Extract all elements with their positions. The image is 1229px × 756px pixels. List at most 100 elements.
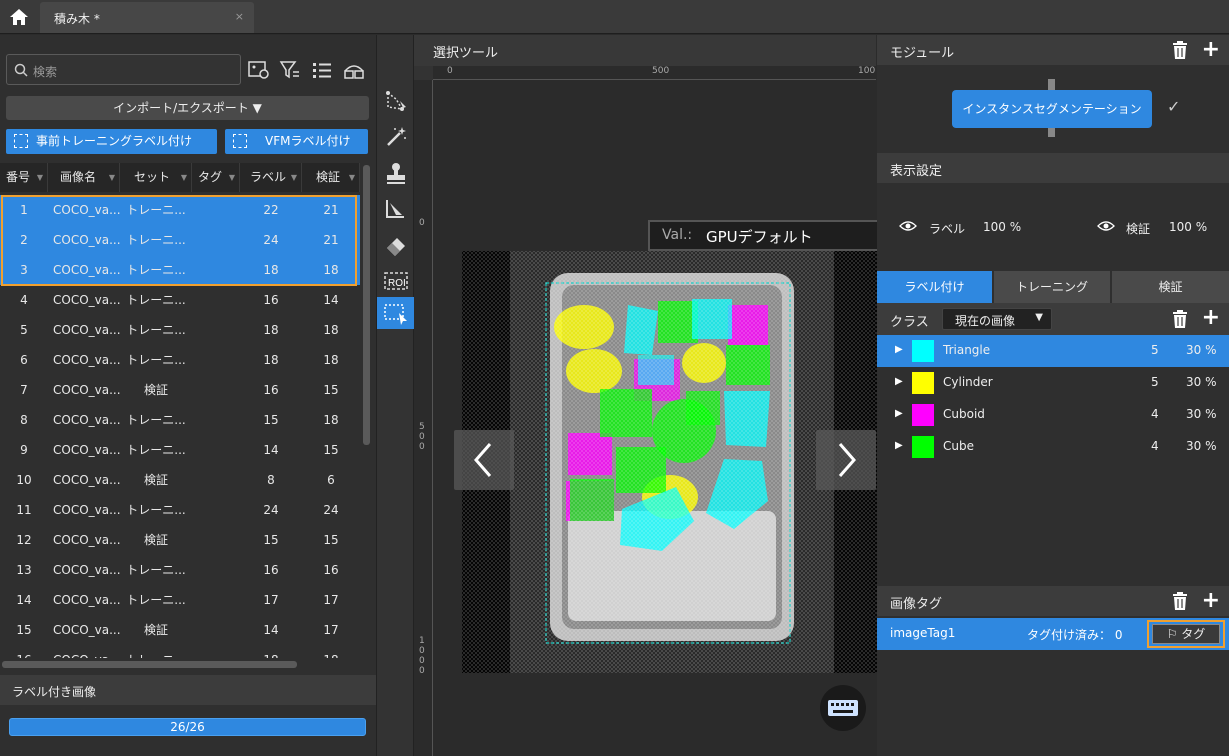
tab-labeling[interactable]: ラベル付け [877,271,992,303]
instance-segmentation-module[interactable]: インスタンスセグメンテーション [952,90,1152,128]
column-header-tag[interactable]: タグ ▼ [192,163,240,192]
table-row[interactable]: 15 COCO_va... 検証 14 17 [0,615,360,645]
home-icon[interactable] [6,6,32,28]
add-tag-icon[interactable]: + [1202,590,1220,612]
tool-header: 選択ツール [414,35,876,66]
table-cell: COCO_va... [53,413,120,427]
close-tab-icon[interactable]: × [235,10,244,23]
table-cell: 12 [16,533,32,547]
column-header-number[interactable]: 番号 ▼ [0,163,48,192]
vfm-labeling-button[interactable]: VFMラベル付け [225,129,368,154]
table-cell: COCO_va... [53,563,120,577]
table-cell: 検証 [143,383,168,397]
image-viewport[interactable]: Val.: GPUデフォルト [433,80,884,756]
column-header-image-name[interactable]: 画像名 ▼ [48,163,120,192]
table-row[interactable]: 16COCO_va...トレーニ... 1818 [0,645,360,658]
table-cell: トレーニ... [126,323,186,337]
table-cell: 検証 [143,533,168,547]
collapse-panel-icon[interactable] [342,59,366,81]
search-input[interactable]: 検索 [6,54,241,85]
add-module-icon[interactable]: + [1202,39,1220,61]
table-cell: トレーニ... [126,293,186,307]
table-row[interactable]: 14 COCO_va... トレーニ... 17 17 [0,585,360,615]
display-verify-text: 検証 [1126,222,1151,236]
table-cell: 16 [323,563,339,577]
labeling-icon [14,134,28,148]
trash-icon[interactable] [1171,591,1189,611]
table-row[interactable]: 6 COCO_va... トレーニ... 18 18 [0,345,360,375]
table-cell: 15 [323,383,339,397]
table-cell: 14 [263,623,279,637]
table-cell: 18 [263,323,279,337]
display-verify-opacity[interactable]: 100 % [1169,220,1207,234]
table-cell: 18 [323,323,339,337]
validation-indicator: Val.: GPUデフォルト [648,220,884,251]
project-tab[interactable]: 積み木 * × [40,2,254,33]
stamp-tool-icon[interactable] [382,159,410,187]
table-cell: トレーニ... [126,443,186,457]
class-count: 5 [1151,343,1159,357]
table-cell [192,525,240,555]
tag-button[interactable]: ⚐ タグ [1147,620,1225,648]
class-color-swatch[interactable] [912,372,934,394]
list-view-icon[interactable] [310,59,334,81]
check-icon: ✓ [1167,97,1181,116]
roi-tool-icon[interactable]: ROI [382,267,410,295]
table-row[interactable]: 9 COCO_va... トレーニ... 14 15 [0,435,360,465]
vertical-scrollbar[interactable] [363,165,370,445]
import-export-button[interactable]: インポート/エクスポート ▼ [6,96,369,120]
display-label-opacity[interactable]: 100 % [983,220,1021,234]
class-row[interactable]: ▶ Cuboid 4 30 % [877,399,1229,431]
expand-triangle-icon[interactable]: ▶ [895,376,903,387]
class-color-swatch[interactable] [912,436,934,458]
class-color-swatch[interactable] [912,340,934,362]
table-cell: COCO_va... [53,473,120,487]
magic-wand-icon[interactable] [382,123,410,151]
table-cell [192,435,240,465]
polygon-tool-icon[interactable] [382,87,410,115]
horizontal-scrollbar[interactable] [2,661,297,668]
column-header-label[interactable]: ラベル ▼ [240,163,302,192]
table-cell: 11 [16,503,32,517]
trash-icon[interactable] [1171,40,1189,60]
filter-icon[interactable] [278,59,302,81]
eye-icon[interactable] [899,220,917,235]
image-settings-icon[interactable] [247,59,271,81]
column-header-verify[interactable]: 検証 ▼ [302,163,360,192]
table-cell: 9 [20,443,28,457]
table-row[interactable]: 5 COCO_va... トレーニ... 18 18 [0,315,360,345]
eye-icon[interactable] [1097,220,1115,235]
table-cell: 4 [20,293,28,307]
class-filter-select[interactable]: 現在の画像 ▼ [942,308,1052,330]
table-cell: COCO_va... [53,503,120,517]
class-color-swatch[interactable] [912,404,934,426]
class-name: Cuboid [943,407,985,421]
class-row[interactable]: ▶ Cube 4 30 % [877,431,1229,463]
table-row[interactable]: 11 COCO_va... トレーニ... 24 24 [0,495,360,525]
table-row[interactable]: 10 COCO_va... 検証 8 6 [0,465,360,495]
add-class-icon[interactable]: + [1202,307,1220,329]
previous-image-button[interactable] [454,430,514,490]
expand-triangle-icon[interactable]: ▶ [895,408,903,419]
selection-tool-icon[interactable] [377,297,415,329]
expand-triangle-icon[interactable]: ▶ [895,344,903,355]
table-row[interactable]: 7 COCO_va... 検証 16 15 [0,375,360,405]
pretrained-labeling-button[interactable]: 事前トレーニングラベル付け [6,129,217,154]
keyboard-shortcuts-button[interactable] [820,685,866,731]
eraser-icon[interactable] [382,231,410,259]
table-cell: 15 [16,623,32,637]
tab-validation[interactable]: 検証 [1112,271,1229,303]
table-row[interactable]: 4 COCO_va... トレーニ... 16 14 [0,285,360,315]
table-row[interactable]: 12 COCO_va... 検証 15 15 [0,525,360,555]
table-cell: 18 [302,645,360,658]
next-image-button[interactable] [816,430,876,490]
expand-triangle-icon[interactable]: ▶ [895,440,903,451]
smart-select-icon[interactable] [382,195,410,223]
class-row[interactable]: ▶ Cylinder 5 30 % [877,367,1229,399]
table-row[interactable]: 8 COCO_va... トレーニ... 15 18 [0,405,360,435]
class-row[interactable]: ▶ Triangle 5 30 % [877,335,1229,367]
table-row[interactable]: 13 COCO_va... トレーニ... 16 16 [0,555,360,585]
trash-icon[interactable] [1171,309,1189,329]
column-header-set[interactable]: セット ▼ [120,163,192,192]
tab-training[interactable]: トレーニング [994,271,1110,303]
